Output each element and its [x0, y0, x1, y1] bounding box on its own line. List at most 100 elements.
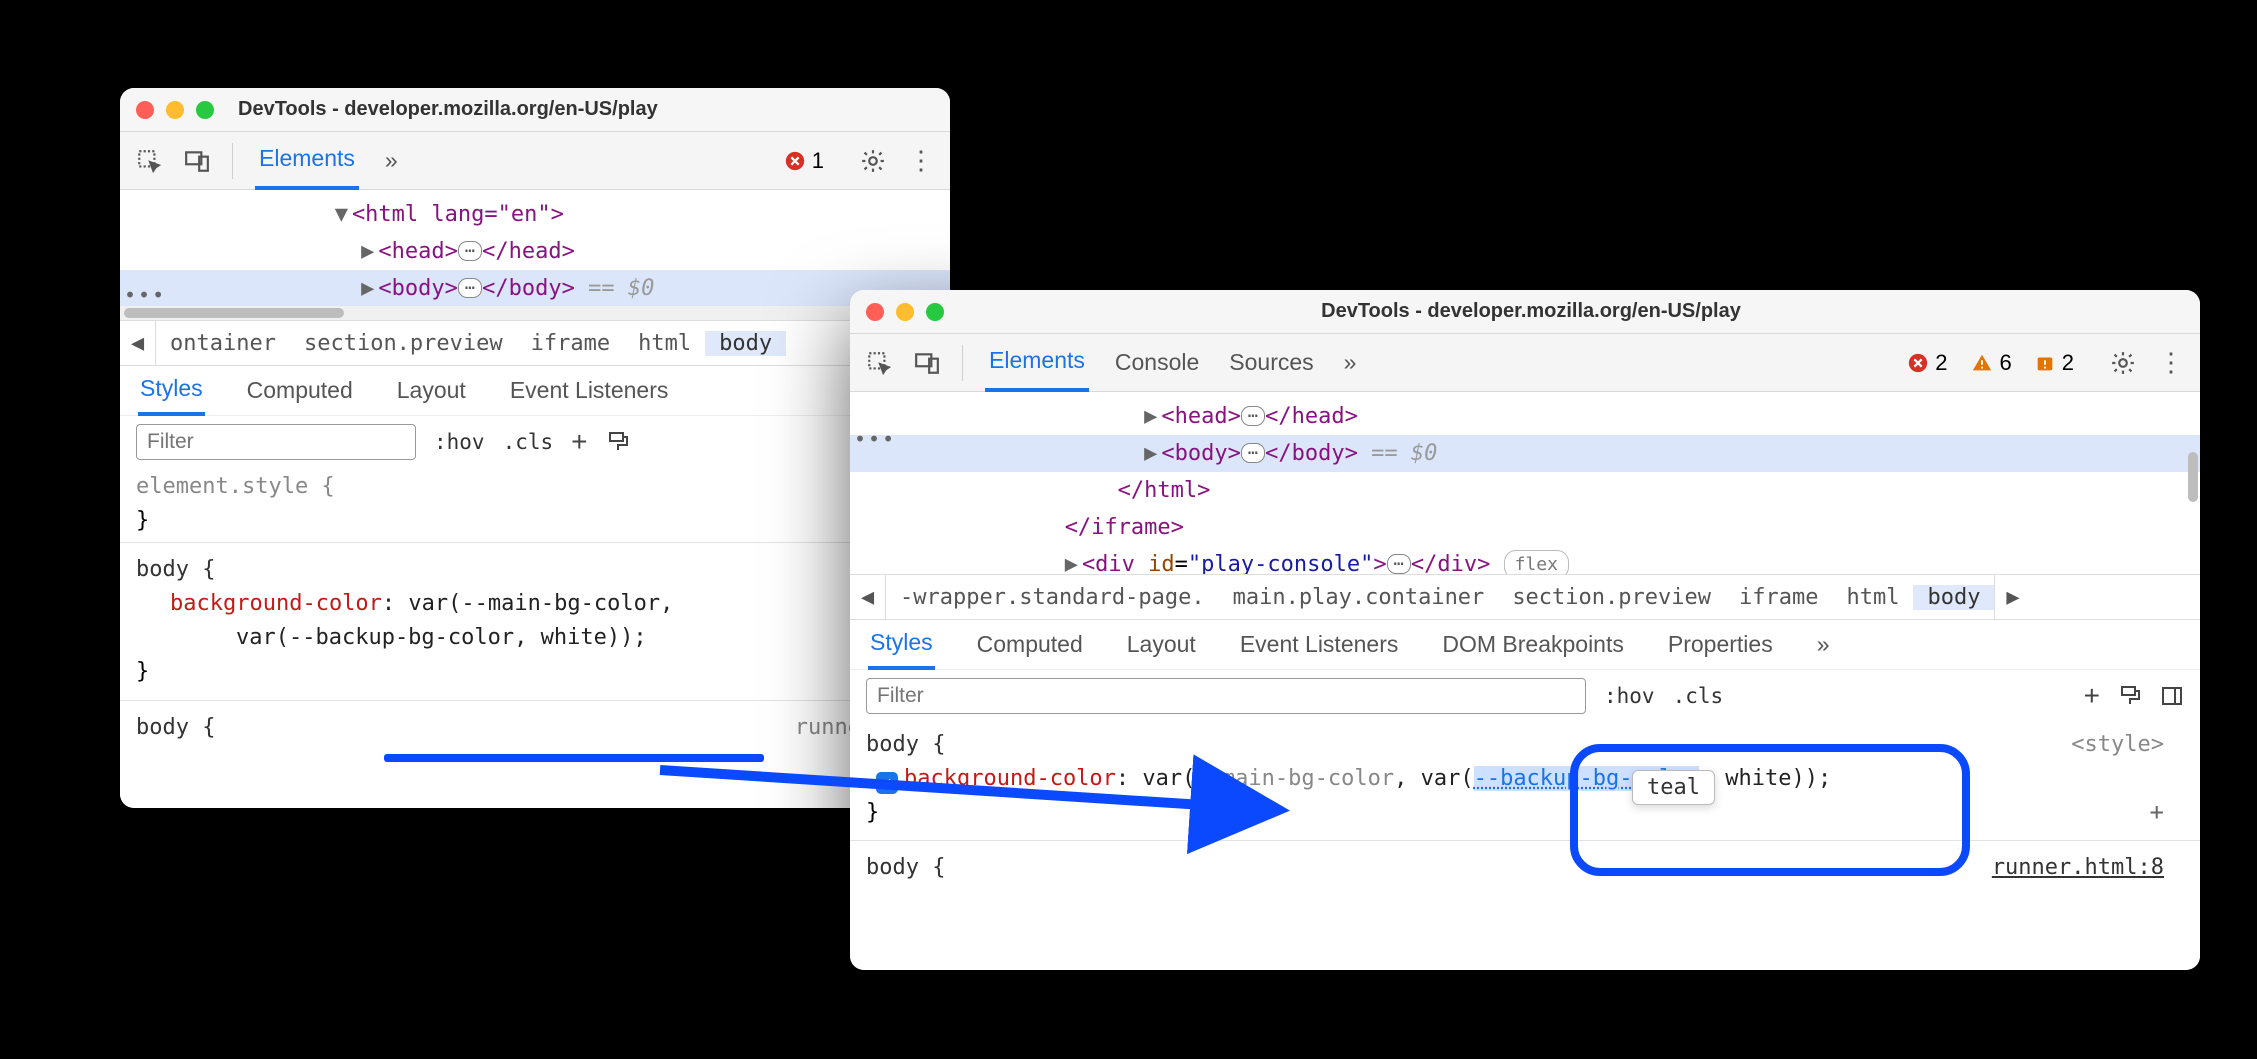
settings-icon[interactable] [860, 148, 886, 174]
sidebar-toggle-icon[interactable] [2160, 684, 2184, 708]
css-rule[interactable]: runner.ht body { [136, 711, 934, 745]
stylesheet-source[interactable]: <style> [2071, 728, 2164, 762]
paint-icon[interactable] [2118, 684, 2142, 708]
dom-row[interactable]: ▶<head>⋯</head> [120, 233, 950, 270]
breadcrumb-item[interactable]: section.preview [290, 331, 517, 356]
hov-toggle[interactable]: :hov [434, 430, 485, 454]
error-count[interactable]: 2 [1907, 350, 1947, 376]
error-count-value: 2 [1935, 350, 1947, 376]
css-declaration[interactable]: background-color: var(--main-bg-color, [136, 587, 934, 621]
devtools-toolbar: Elements » 1 ⋮ [120, 132, 950, 190]
titlebar[interactable]: DevTools - developer.mozilla.org/en-US/p… [120, 88, 950, 132]
subtab-computed[interactable]: Computed [975, 621, 1085, 668]
warning-count[interactable]: 6 [1970, 350, 2012, 376]
subtabs-overflow[interactable]: » [1815, 621, 1832, 668]
minimize-icon[interactable] [896, 303, 914, 321]
more-icon[interactable]: ⋮ [2158, 347, 2184, 378]
traffic-lights [866, 303, 944, 321]
stylesheet-source-link[interactable]: runner.html:8 [1992, 851, 2164, 885]
subtab-dom-breakpoints[interactable]: DOM Breakpoints [1440, 621, 1626, 668]
css-selector: body { [136, 553, 934, 587]
subtab-layout[interactable]: Layout [395, 367, 468, 414]
devtools-window-left: DevTools - developer.mozilla.org/en-US/p… [120, 88, 950, 808]
paint-icon[interactable] [606, 430, 630, 454]
tab-console[interactable]: Console [1111, 335, 1203, 390]
breadcrumb-item[interactable]: ontainer [156, 331, 290, 356]
breadcrumb-item[interactable]: html [1832, 585, 1913, 610]
dom-row-selected[interactable]: ▶<body>⋯</body> == $0 [850, 435, 2200, 472]
device-icon[interactable] [184, 148, 210, 174]
styles-filter-input[interactable] [136, 424, 416, 460]
collapse-dots-icon[interactable]: ••• [854, 424, 896, 454]
minimize-icon[interactable] [166, 101, 184, 119]
titlebar[interactable]: DevTools - developer.mozilla.org/en-US/p… [850, 290, 2200, 334]
css-rule[interactable]: runner.html:8 body { [866, 851, 2184, 885]
rule-close: } [866, 796, 2184, 830]
subtab-event-listeners[interactable]: Event Listeners [508, 367, 671, 414]
cls-toggle[interactable]: .cls [1673, 684, 1724, 708]
close-icon[interactable] [136, 101, 154, 119]
css-declaration[interactable]: background-color: var(--main-bg-color, v… [866, 762, 2184, 796]
error-count[interactable]: 1 [784, 148, 824, 174]
css-rule[interactable]: <style> body { background-color: var(--m… [866, 728, 2184, 830]
settings-icon[interactable] [2110, 350, 2136, 376]
tabs-overflow[interactable]: » [381, 133, 402, 188]
breadcrumb-item[interactable]: -wrapper.standard-page. [886, 585, 1219, 610]
zoom-icon[interactable] [196, 101, 214, 119]
dom-row[interactable]: ▼<html lang="en"> [120, 196, 950, 233]
scrollbar-thumb[interactable] [124, 308, 344, 318]
breadcrumb: ◀ ontainer section.preview iframe html b… [120, 320, 950, 366]
more-icon[interactable]: ⋮ [908, 145, 934, 176]
close-icon[interactable] [866, 303, 884, 321]
scrollbar-thumb[interactable] [2188, 452, 2198, 502]
add-property-icon[interactable]: + [2150, 794, 2164, 831]
breadcrumb-item[interactable]: iframe [517, 331, 624, 356]
hov-toggle[interactable]: :hov [1604, 684, 1655, 708]
subtab-computed[interactable]: Computed [245, 367, 355, 414]
inspect-icon[interactable] [136, 148, 162, 174]
breadcrumb-item[interactable]: iframe [1725, 585, 1832, 610]
subtab-styles[interactable]: Styles [138, 365, 205, 416]
tab-sources[interactable]: Sources [1225, 335, 1317, 390]
dom-tree[interactable]: ▼<html lang="en"> ▶<head>⋯</head> ▶<body… [120, 190, 950, 320]
breadcrumb-item[interactable]: html [624, 331, 705, 356]
subtab-event-listeners[interactable]: Event Listeners [1238, 621, 1401, 668]
annotation-underline [384, 754, 764, 762]
truncated-text: element.style { [136, 470, 934, 504]
tab-elements[interactable]: Elements [985, 333, 1089, 392]
breadcrumb-scroll-left[interactable]: ◀ [850, 575, 886, 619]
breadcrumb-scroll-right[interactable]: ▶ [1994, 575, 2030, 619]
styles-toolbar: :hov .cls + [120, 416, 950, 468]
tabs-overflow[interactable]: » [1340, 335, 1361, 390]
subtab-properties[interactable]: Properties [1666, 621, 1775, 668]
breadcrumb-item-active[interactable]: body [1913, 585, 1994, 610]
error-count-value: 1 [812, 148, 824, 174]
cls-toggle[interactable]: .cls [503, 430, 554, 454]
dom-row[interactable]: ▶<head>⋯</head> [850, 398, 2200, 435]
css-declaration-cont[interactable]: var(--backup-bg-color, white)); [136, 621, 934, 655]
css-rule[interactable]: <st body { background-color: var(--main-… [136, 553, 934, 689]
breadcrumb-item[interactable]: section.preview [1498, 585, 1725, 610]
css-var[interactable]: --main-bg-color [1195, 766, 1394, 791]
styles-filter-input[interactable] [866, 678, 1586, 714]
property-checkbox[interactable] [876, 772, 898, 794]
breadcrumb-scroll-left[interactable]: ◀ [120, 321, 156, 365]
dom-row[interactable]: </iframe> [850, 509, 2200, 546]
styles-pane[interactable]: <style> body { background-color: var(--m… [850, 722, 2200, 970]
new-rule-icon[interactable]: + [571, 426, 587, 458]
dom-row[interactable]: ▶<div id="play-console">⋯</div> flex [850, 546, 2200, 574]
subtab-styles[interactable]: Styles [868, 619, 935, 670]
css-var-tooltip: teal [1632, 770, 1715, 805]
dom-row[interactable]: </html> [850, 472, 2200, 509]
subtab-layout[interactable]: Layout [1125, 621, 1198, 668]
new-rule-icon[interactable]: + [2084, 680, 2100, 712]
info-count[interactable]: 2 [2034, 350, 2074, 376]
zoom-icon[interactable] [926, 303, 944, 321]
breadcrumb-item[interactable]: main.play.container [1219, 585, 1499, 610]
dom-row-selected[interactable]: ▶<body>⋯</body> == $0 [120, 270, 950, 307]
device-icon[interactable] [914, 350, 940, 376]
inspect-icon[interactable] [866, 350, 892, 376]
breadcrumb-item-active[interactable]: body [705, 331, 786, 356]
dom-tree[interactable]: ▶<head>⋯</head> ▶<body>⋯</body> == $0 </… [850, 392, 2200, 574]
tab-elements[interactable]: Elements [255, 131, 359, 190]
